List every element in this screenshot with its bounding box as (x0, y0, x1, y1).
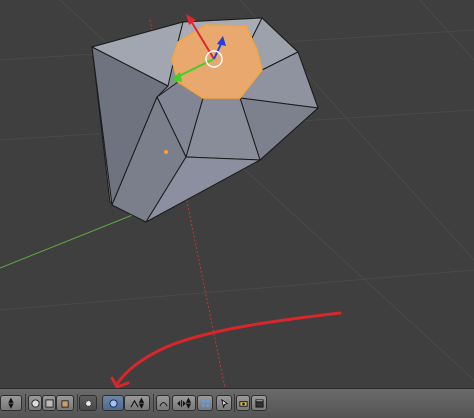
proportional-edit-icon (158, 401, 168, 406)
grid-icon (201, 399, 209, 407)
render-button[interactable] (236, 395, 250, 411)
clapperboard-icon (254, 398, 264, 408)
separator (234, 394, 235, 412)
mirror-selector[interactable]: ▲ ▼ (172, 395, 196, 411)
3d-viewport[interactable] (0, 0, 474, 388)
3d-view-header: ▲ ▼ ▲ ▼ ▲ ▼ (0, 388, 474, 418)
texture-icon (44, 398, 54, 408)
material-cube-icon (60, 399, 69, 408)
solid-sphere-icon (30, 398, 40, 408)
viewport-shading-solid[interactable] (28, 395, 42, 411)
camera-icon (238, 400, 248, 407)
viewport-shading-material[interactable] (56, 395, 74, 411)
transform-orientation-selector[interactable] (102, 395, 124, 411)
lock-camera-button[interactable] (216, 395, 232, 411)
separator (25, 394, 26, 412)
pivot-icon (84, 399, 92, 407)
object-origin-dot (164, 150, 168, 154)
up-down-arrows-icon: ▲ ▼ (8, 396, 14, 410)
global-icon (108, 398, 118, 408)
proportional-edit[interactable] (156, 395, 170, 411)
viewport-canvas[interactable] (0, 0, 474, 388)
up-down-arrows-icon: ▲ ▼ (138, 396, 145, 410)
separator (153, 394, 154, 412)
snap-element-selector[interactable]: ▲ ▼ (124, 395, 150, 411)
pivot-point-selector[interactable] (79, 395, 97, 411)
viewport-shading-texture[interactable] (42, 395, 56, 411)
mesh-object[interactable] (91, 17, 319, 223)
cursor-icon (220, 398, 228, 408)
layer-manager-button[interactable] (197, 395, 213, 411)
mirror-icon (177, 399, 186, 407)
up-down-arrows-icon: ▲ ▼ (185, 396, 192, 410)
annotation-arrow (110, 311, 342, 388)
mode-selector[interactable]: ▲ ▼ (0, 395, 22, 411)
snap-vertex-icon (130, 399, 139, 407)
opengl-render-button[interactable] (251, 395, 267, 411)
separator (77, 394, 78, 412)
